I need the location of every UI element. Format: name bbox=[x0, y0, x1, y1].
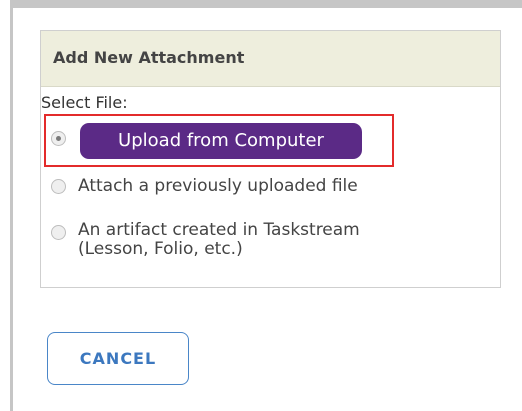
option-taskstream-artifact-label[interactable]: An artifact created in Taskstream (Lesso… bbox=[78, 221, 360, 259]
cancel-button[interactable]: CANCEL bbox=[47, 332, 189, 385]
panel-title: Add New Attachment bbox=[53, 48, 245, 67]
window-left-border bbox=[10, 0, 13, 411]
upload-from-computer-button[interactable]: Upload from Computer bbox=[80, 123, 362, 159]
panel-header: Add New Attachment bbox=[41, 31, 500, 87]
radio-taskstream-artifact[interactable] bbox=[51, 225, 66, 240]
window-top-border bbox=[10, 0, 522, 8]
radio-upload-from-computer[interactable] bbox=[51, 131, 66, 146]
radio-previously-uploaded[interactable] bbox=[51, 179, 66, 194]
attachment-panel: Add New Attachment Select File: Upload f… bbox=[40, 30, 501, 288]
select-file-label: Select File: bbox=[41, 93, 128, 112]
option-taskstream-artifact-line2: (Lesson, Folio, etc.) bbox=[78, 239, 243, 259]
option-previously-uploaded-label[interactable]: Attach a previously uploaded file bbox=[78, 177, 358, 196]
option-taskstream-artifact-line1: An artifact created in Taskstream bbox=[78, 220, 360, 240]
